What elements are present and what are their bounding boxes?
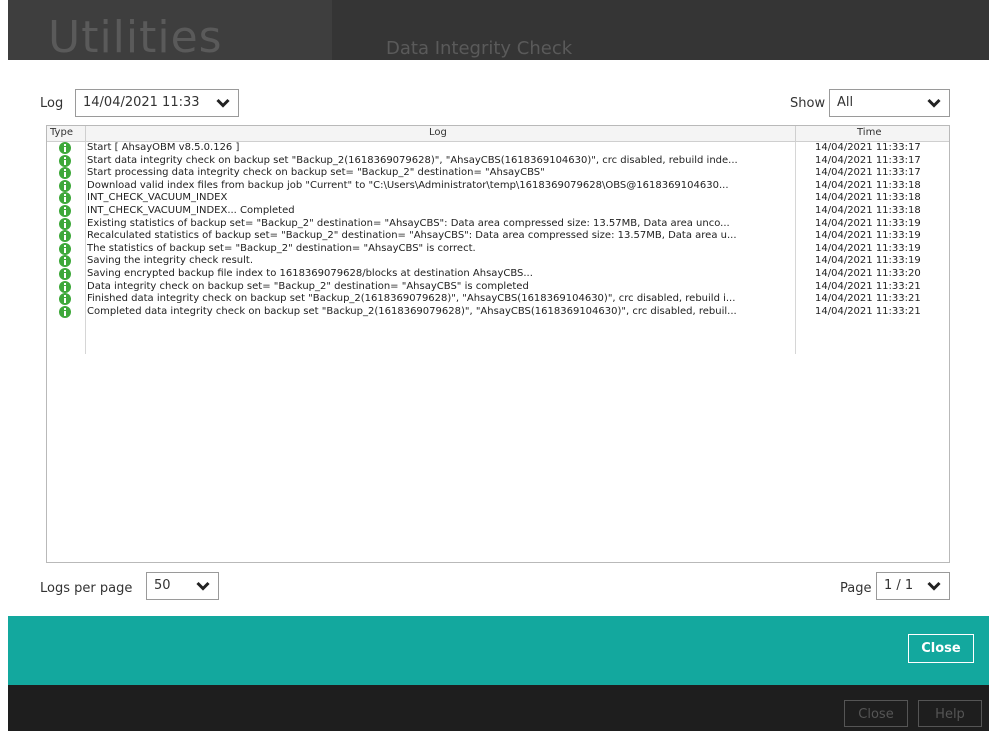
close-button[interactable]: Close [908, 634, 974, 663]
background-help-button[interactable]: Help [918, 700, 982, 727]
table-row[interactable]: Data integrity check on backup set= "Bac… [47, 280, 949, 294]
info-icon [59, 293, 71, 306]
log-table: Type Log Time Start [ AhsayOBM v8.5.0.12… [46, 125, 950, 563]
column-header-log[interactable]: Log [429, 127, 447, 138]
info-icon [59, 280, 71, 293]
log-message: Start [ AhsayOBM v8.5.0.126 ] [87, 142, 240, 153]
table-header: Type Log Time [47, 126, 949, 142]
chevron-down-icon [216, 97, 230, 112]
log-message: INT_CHECK_VACUUM_INDEX [87, 192, 228, 204]
log-message: Data integrity check on backup set= "Bac… [87, 280, 529, 292]
log-message: Existing statistics of backup set= "Back… [87, 217, 730, 229]
log-time: 14/04/2021 11:33:18 [815, 204, 921, 216]
log-dialog: Log 14/04/2021 11:33 Show All Type Log T… [8, 60, 989, 616]
logs-per-page-value: 50 [154, 578, 171, 593]
background-title-panel: Utilities [8, 0, 332, 63]
column-divider [795, 126, 796, 141]
show-label: Show [790, 96, 826, 111]
info-icon [59, 230, 71, 243]
page-value: 1 / 1 [884, 578, 914, 593]
info-icon [59, 179, 71, 192]
log-time: 14/04/2021 11:33:20 [815, 267, 921, 279]
info-icon [59, 267, 71, 280]
table-row[interactable]: Start processing data integrity check on… [47, 167, 949, 180]
table-row[interactable]: Recalculated statistics of backup set= "… [47, 230, 949, 243]
table-row[interactable]: Existing statistics of backup set= "Back… [47, 217, 949, 231]
logs-per-page-select[interactable]: 50 [146, 572, 219, 600]
log-date-value: 14/04/2021 11:33 [83, 95, 200, 110]
background-header: Utilities Data Integrity Check [8, 0, 989, 63]
dialog-action-bar [8, 616, 989, 685]
log-time: 14/04/2021 11:33:19 [815, 255, 921, 267]
log-message: Start processing data integrity check on… [87, 167, 545, 179]
log-time: 14/04/2021 11:33:19 [815, 230, 921, 242]
table-row[interactable]: Finished data integrity check on backup … [47, 293, 949, 306]
log-time: 14/04/2021 11:33:17 [815, 167, 921, 179]
background-subtitle: Data Integrity Check [386, 38, 573, 59]
table-row[interactable]: INT_CHECK_VACUUM_INDEX... Completed 14/04… [47, 204, 949, 218]
chevron-down-icon [927, 580, 941, 595]
column-header-type[interactable]: Type [50, 127, 73, 138]
log-time: 14/04/2021 11:33:19 [815, 242, 921, 254]
info-icon [59, 154, 71, 167]
log-time: 14/04/2021 11:33:21 [815, 293, 921, 305]
table-row[interactable]: Completed data integrity check on backup… [47, 305, 949, 319]
log-time: 14/04/2021 11:33:19 [815, 217, 921, 229]
log-message: Saving encrypted backup file index to 16… [87, 267, 533, 279]
log-time: 14/04/2021 11:33:21 [815, 305, 921, 317]
info-icon [59, 142, 71, 154]
log-message: INT_CHECK_VACUUM_INDEX... Completed [87, 204, 295, 216]
log-message: Recalculated statistics of backup set= "… [87, 230, 737, 242]
info-icon [59, 255, 71, 268]
log-message: Finished data integrity check on backup … [87, 293, 736, 305]
table-row[interactable]: INT_CHECK_VACUUM_INDEX 14/04/2021 11:33:1… [47, 192, 949, 205]
info-icon [59, 305, 71, 318]
show-filter-value: All [837, 95, 854, 110]
log-message: The statistics of backup set= "Backup_2"… [87, 242, 476, 254]
log-time: 14/04/2021 11:33:18 [815, 179, 921, 191]
column-divider [85, 126, 86, 141]
table-row[interactable]: The statistics of backup set= "Backup_2"… [47, 242, 949, 256]
log-time: 14/04/2021 11:33:18 [815, 192, 921, 204]
logs-per-page-label: Logs per page [40, 581, 133, 596]
table-row[interactable]: Start [ AhsayOBM v8.5.0.126 ] 14/04/2021 … [47, 142, 949, 155]
chevron-down-icon [196, 580, 210, 595]
table-row[interactable]: Saving the integrity check result. 14/04/… [47, 255, 949, 268]
background-footer: Close Help [8, 685, 989, 731]
table-row[interactable]: Start data integrity check on backup set… [47, 154, 949, 168]
log-message: Completed data integrity check on backup… [87, 305, 737, 317]
log-time: 14/04/2021 11:33:17 [815, 142, 921, 153]
show-filter-select[interactable]: All [829, 89, 950, 117]
info-icon [59, 217, 71, 230]
table-row[interactable]: Saving encrypted backup file index to 16… [47, 267, 949, 281]
table-body: Start [ AhsayOBM v8.5.0.126 ] 14/04/2021 … [47, 142, 949, 318]
log-time: 14/04/2021 11:33:21 [815, 280, 921, 292]
info-icon [59, 192, 71, 205]
log-time: 14/04/2021 11:33:17 [815, 154, 921, 166]
log-message: Download valid index files from backup j… [87, 179, 729, 191]
page-label: Page [840, 581, 872, 596]
info-icon [59, 167, 71, 180]
chevron-down-icon [927, 97, 941, 112]
info-icon [59, 242, 71, 255]
table-row[interactable]: Download valid index files from backup j… [47, 179, 949, 193]
background-close-button[interactable]: Close [844, 700, 908, 727]
info-icon [59, 204, 71, 217]
page-select[interactable]: 1 / 1 [876, 572, 950, 600]
log-message: Start data integrity check on backup set… [87, 154, 738, 166]
background-title: Utilities [48, 12, 223, 63]
log-date-select[interactable]: 14/04/2021 11:33 [75, 89, 239, 117]
log-label: Log [40, 96, 64, 111]
log-message: Saving the integrity check result. [87, 255, 253, 267]
column-header-time[interactable]: Time [857, 127, 881, 138]
